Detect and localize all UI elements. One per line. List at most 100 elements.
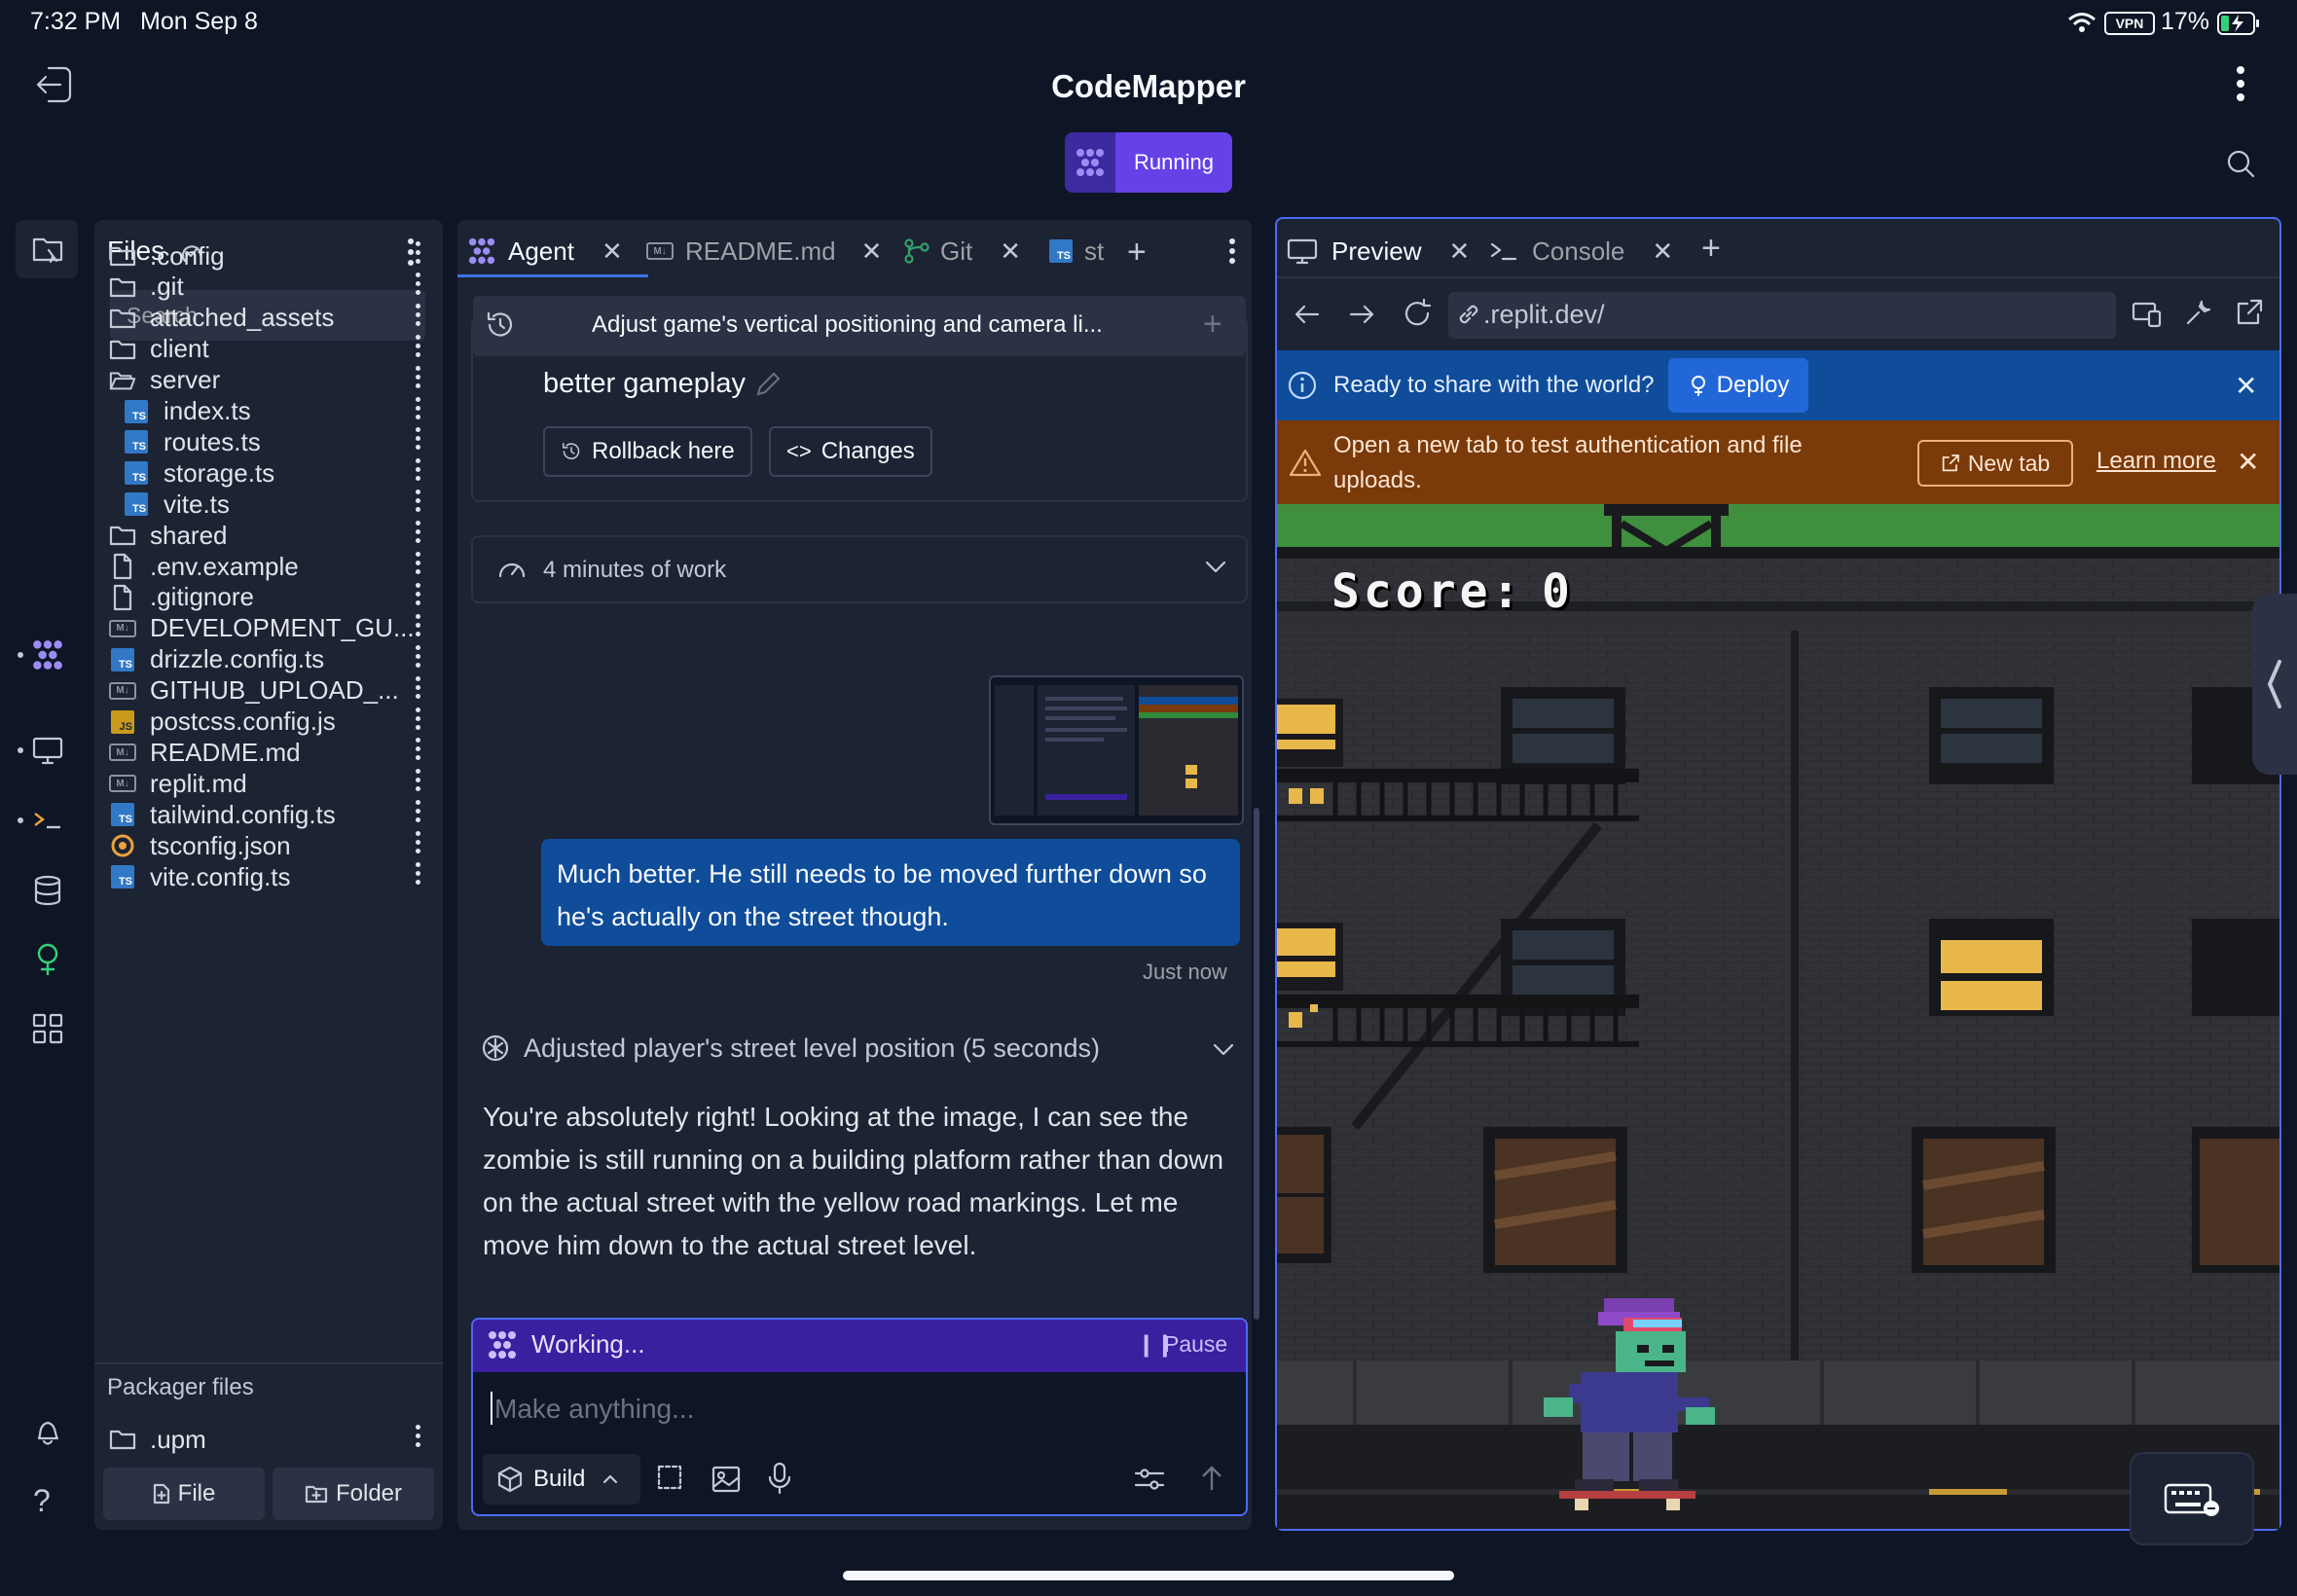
more-vert-icon[interactable] <box>2235 64 2246 103</box>
new-file-button[interactable]: File <box>103 1468 265 1520</box>
file-menu-icon[interactable] <box>415 396 420 426</box>
file-menu-icon[interactable] <box>415 303 420 333</box>
vpn-badge: VPN <box>2104 12 2155 35</box>
run-button[interactable]: Running <box>1065 132 1232 193</box>
rail-preview-icon[interactable] <box>31 736 64 765</box>
open-new-tab-button[interactable]: New tab <box>1917 440 2073 487</box>
rail-apps-icon[interactable] <box>31 1012 64 1045</box>
rail-console-icon[interactable] <box>31 806 64 835</box>
chevron-down-icon[interactable] <box>1213 1043 1234 1057</box>
keyboard-toggle-button[interactable] <box>2130 1452 2254 1545</box>
tab-console[interactable]: Console ✕ <box>1489 226 1673 276</box>
monitor-icon <box>1287 237 1318 265</box>
devices-icon[interactable] <box>2132 300 2163 329</box>
tab-git[interactable]: Git ✕ <box>903 226 1021 276</box>
new-folder-button[interactable]: Folder <box>273 1468 434 1520</box>
keyboard-icon <box>2163 1479 2221 1518</box>
attached-image-thumbnail[interactable] <box>989 675 1244 825</box>
file-menu-icon[interactable] <box>415 427 420 456</box>
file-menu-icon[interactable] <box>415 769 420 798</box>
close-icon[interactable]: ✕ <box>861 236 883 267</box>
file-menu-icon[interactable] <box>415 458 420 488</box>
file-menu-icon[interactable] <box>415 831 420 860</box>
file-menu-icon[interactable] <box>415 365 420 395</box>
send-icon[interactable] <box>1199 1464 1224 1493</box>
status-time: 7:32 PM <box>30 8 122 35</box>
file-menu-icon[interactable] <box>415 800 420 829</box>
game-canvas[interactable]: Score: 0 <box>1277 504 2279 1529</box>
close-icon[interactable]: ✕ <box>1652 236 1673 267</box>
rollback-button[interactable]: Rollback here <box>543 426 752 477</box>
active-tab-indicator <box>457 274 648 277</box>
zombie-player-sprite <box>1544 1298 1715 1510</box>
select-element-icon[interactable] <box>656 1464 687 1495</box>
code-icon: <> <box>786 439 812 463</box>
search-icon[interactable] <box>2225 148 2256 179</box>
file-menu-icon[interactable] <box>415 613 420 643</box>
wifi-icon <box>2067 12 2096 33</box>
image-attach-icon[interactable] <box>711 1464 742 1495</box>
build-mode-button[interactable]: Build <box>483 1454 640 1505</box>
tab-readme[interactable]: M↓ README.md ✕ <box>646 226 882 276</box>
rail-database-icon[interactable] <box>31 874 64 907</box>
rail-console-dot <box>18 817 23 823</box>
file-menu-icon[interactable] <box>415 490 420 519</box>
folder-icon <box>109 1426 136 1453</box>
close-icon[interactable]: ✕ <box>1000 236 1021 267</box>
scrollbar[interactable] <box>1254 808 1259 1320</box>
agent-logo-icon <box>1065 132 1115 193</box>
file-menu-icon[interactable] <box>415 582 420 612</box>
file-item[interactable]: .upm <box>109 1417 206 1462</box>
file-menu-icon[interactable] <box>415 644 420 674</box>
tab-menu-icon[interactable] <box>1228 237 1236 265</box>
work-summary: 4 minutes of work <box>543 557 727 583</box>
open-external-icon[interactable] <box>2235 298 2264 327</box>
new-tab-icon[interactable]: + <box>1127 234 1147 272</box>
action-summary[interactable]: Adjusted player's street level position … <box>524 1034 1100 1064</box>
rail-agent-icon[interactable] <box>31 638 64 671</box>
settings-sliders-icon[interactable] <box>1133 1466 1166 1493</box>
close-icon[interactable]: ✕ <box>1448 236 1470 267</box>
history-icon[interactable] <box>485 309 516 341</box>
close-icon[interactable]: ✕ <box>2235 370 2257 402</box>
pause-button[interactable]: Pause <box>1164 1331 1227 1358</box>
file-menu-icon[interactable] <box>415 1425 420 1454</box>
tab-agent[interactable]: Agent ✕ <box>467 226 623 276</box>
edit-icon[interactable] <box>753 370 783 399</box>
file-menu-icon[interactable] <box>415 862 420 891</box>
new-thread-icon[interactable]: + <box>1203 306 1222 344</box>
reload-icon[interactable] <box>1402 298 1433 329</box>
prompt-input[interactable]: Make anything... <box>494 1394 694 1425</box>
deploy-button[interactable]: Deploy <box>1668 358 1808 413</box>
wrench-icon[interactable] <box>2184 298 2213 327</box>
rail-notifications-icon[interactable] <box>31 1415 64 1448</box>
file-menu-icon[interactable] <box>415 272 420 302</box>
agent-logo-icon <box>467 236 496 266</box>
file-menu-icon[interactable] <box>415 738 420 767</box>
file-menu-icon[interactable] <box>415 241 420 271</box>
learn-more-link[interactable]: Learn more <box>2096 448 2216 475</box>
close-icon[interactable]: ✕ <box>602 236 623 267</box>
changes-button[interactable]: <> Changes <box>769 426 932 477</box>
files-menu-icon[interactable] <box>407 237 415 267</box>
file-menu-icon[interactable] <box>415 334 420 364</box>
tab-preview[interactable]: Preview ✕ <box>1287 226 1470 276</box>
file-menu-icon[interactable] <box>415 521 420 550</box>
microphone-icon[interactable] <box>767 1462 792 1495</box>
new-tab-icon[interactable]: + <box>1701 230 1721 268</box>
help-icon[interactable]: ? <box>33 1483 51 1519</box>
agent-reply: You're absolutely right! Looking at the … <box>483 1102 1224 1260</box>
forward-icon[interactable] <box>1347 300 1376 329</box>
chevron-down-icon[interactable] <box>1205 561 1226 574</box>
file-menu-icon[interactable] <box>415 552 420 581</box>
file-item[interactable]: TS vite.config.ts <box>109 854 291 899</box>
packager-title: Packager files <box>107 1374 254 1400</box>
rail-deploy-icon[interactable] <box>31 942 64 977</box>
text-cursor <box>491 1392 492 1425</box>
side-panel-handle[interactable] <box>2252 594 2297 775</box>
file-menu-icon[interactable] <box>415 675 420 706</box>
tab-storage[interactable]: TS st <box>1049 226 1104 276</box>
file-menu-icon[interactable] <box>415 707 420 737</box>
back-icon[interactable] <box>1293 300 1322 329</box>
close-icon[interactable]: ✕ <box>2237 446 2259 478</box>
